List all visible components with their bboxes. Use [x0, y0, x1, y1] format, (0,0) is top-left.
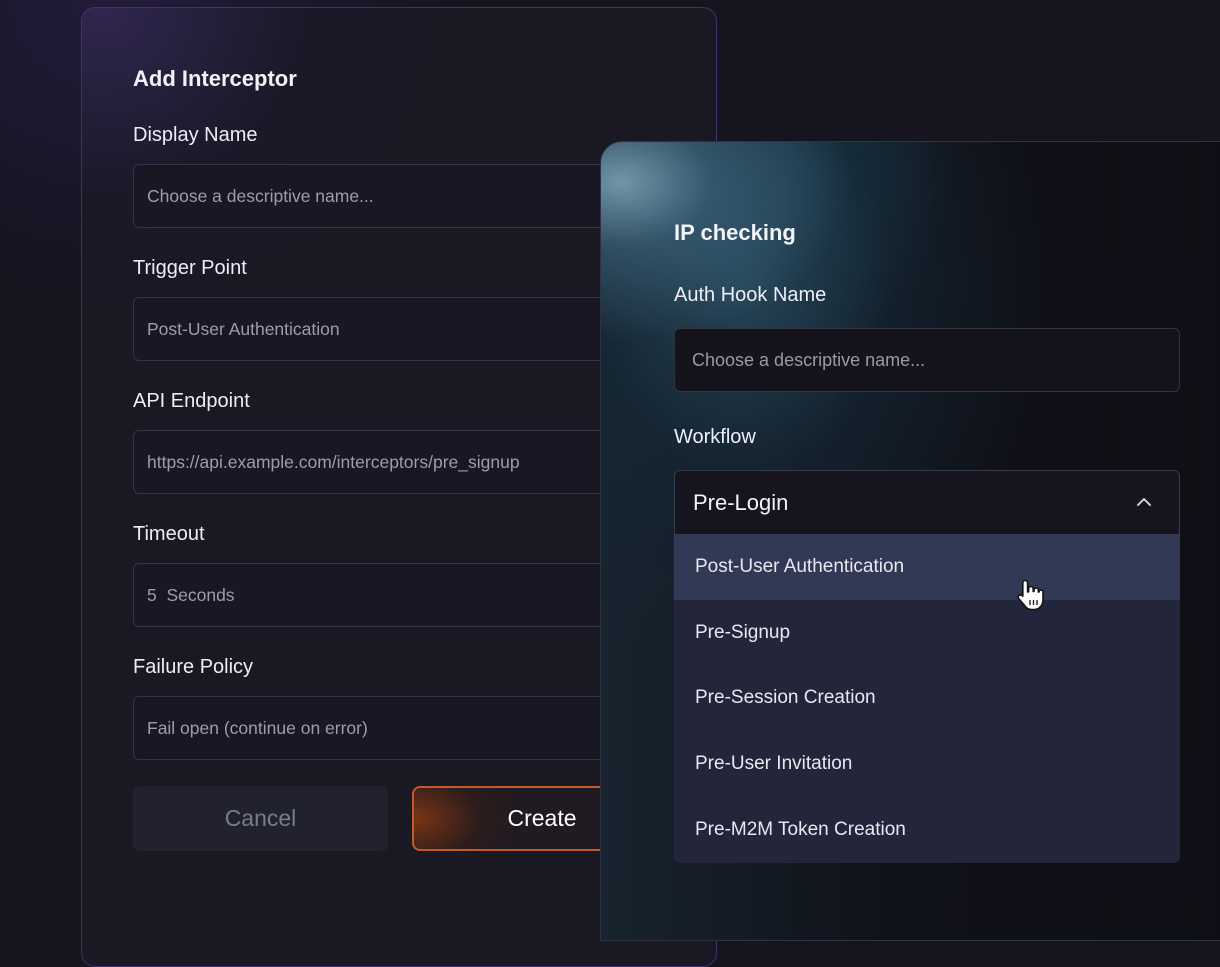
ip-checking-panel: IP checking Auth Hook Name Choose a desc… — [600, 141, 1220, 941]
failure-policy-label: Failure Policy — [133, 656, 254, 678]
workflow-option-pre-session-creation[interactable]: Pre-Session Creation — [674, 665, 1180, 731]
workflow-option-pre-user-invitation[interactable]: Pre-User Invitation — [674, 731, 1180, 797]
option-label: Pre-User Invitation — [695, 753, 853, 774]
hand-pointer-cursor-icon — [1017, 579, 1044, 611]
trigger-point-label: Trigger Point — [133, 257, 247, 279]
auth-hook-name-input[interactable]: Choose a descriptive name... — [674, 328, 1180, 392]
timeout-value: 5 Seconds — [147, 585, 235, 605]
workflow-option-post-user-authentication[interactable]: Post-User Authentication — [674, 534, 1180, 600]
timeout-label: Timeout — [133, 523, 205, 545]
chevron-up-icon[interactable] — [1135, 493, 1153, 511]
trigger-point-value: Post-User Authentication — [147, 319, 340, 339]
cancel-button[interactable]: Cancel — [133, 786, 388, 851]
failure-policy-value: Fail open (continue on error) — [147, 718, 368, 738]
workflow-option-pre-m2m-token-creation[interactable]: Pre-M2M Token Creation — [674, 797, 1180, 863]
workflow-dropdown-menu: Post-User Authentication Pre-Signup Pre-… — [674, 534, 1180, 863]
option-label: Pre-Session Creation — [695, 687, 876, 708]
api-endpoint-placeholder: https://api.example.com/interceptors/pre… — [147, 452, 520, 472]
display-name-label: Display Name — [133, 124, 258, 146]
panel-title: IP checking — [674, 220, 796, 245]
workflow-selected-value: Pre-Login — [693, 490, 789, 515]
option-label: Pre-M2M Token Creation — [695, 819, 906, 840]
auth-hook-name-label: Auth Hook Name — [674, 284, 827, 306]
option-label: Post-User Authentication — [695, 556, 905, 577]
workflow-label: Workflow — [674, 426, 756, 448]
option-label: Pre-Signup — [695, 622, 791, 643]
workflow-option-pre-signup[interactable]: Pre-Signup — [674, 600, 1180, 666]
panel-title: Add Interceptor — [133, 66, 297, 91]
workflow-select[interactable]: Pre-Login — [674, 470, 1180, 534]
api-endpoint-label: API Endpoint — [133, 390, 250, 412]
display-name-placeholder: Choose a descriptive name... — [147, 186, 374, 206]
auth-hook-name-placeholder: Choose a descriptive name... — [692, 350, 926, 370]
